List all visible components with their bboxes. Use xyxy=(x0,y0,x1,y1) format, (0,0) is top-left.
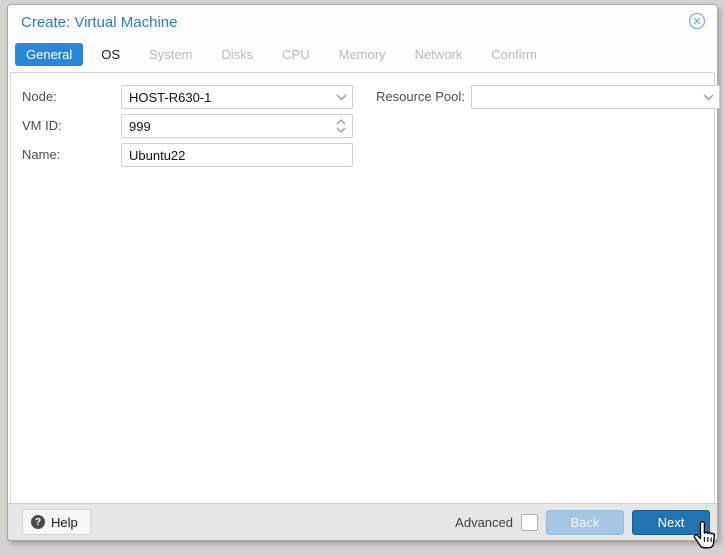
name-input[interactable]: Ubuntu22 xyxy=(121,143,353,167)
tab-system: System xyxy=(149,47,193,62)
resource-pool-label: Resource Pool: xyxy=(376,89,465,104)
tab-network: Network xyxy=(414,47,463,62)
node-combobox[interactable]: HOST-R630-1 xyxy=(121,85,353,109)
tab-general[interactable]: General xyxy=(15,43,84,66)
vmid-label: VM ID: xyxy=(22,118,62,133)
help-icon: ? xyxy=(31,515,45,529)
tab-disks: Disks xyxy=(221,47,254,62)
wizard-tabbar: General OS System Disks CPU Memory Netwo… xyxy=(15,43,548,66)
tab-os[interactable]: OS xyxy=(90,43,131,66)
help-button-label: Help xyxy=(51,514,78,530)
back-button: Back xyxy=(546,509,624,535)
tab-confirm: Confirm xyxy=(491,47,537,62)
general-form-panel: Node: HOST-R630-1 Resource Pool: VM ID: … xyxy=(10,72,720,504)
tab-memory: Memory xyxy=(338,47,386,62)
node-value: HOST-R630-1 xyxy=(129,89,212,105)
dialog-footer: ? Help Advanced Back Next xyxy=(8,503,717,540)
advanced-label: Advanced xyxy=(455,514,513,530)
close-icon[interactable] xyxy=(688,12,706,30)
dialog-title: Create: Virtual Machine xyxy=(21,14,178,31)
help-button[interactable]: ? Help xyxy=(22,509,91,535)
chevron-down-icon[interactable] xyxy=(330,86,352,108)
vmid-spinner[interactable]: 999 xyxy=(121,114,353,138)
spinner-up-down-icon[interactable] xyxy=(330,115,352,137)
advanced-checkbox[interactable] xyxy=(521,513,538,531)
name-label: Name: xyxy=(22,147,61,162)
node-label: Node: xyxy=(22,89,57,104)
create-vm-dialog: Create: Virtual Machine General OS Syste… xyxy=(7,4,720,541)
chevron-down-icon[interactable] xyxy=(697,86,719,108)
next-button[interactable]: Next xyxy=(632,509,710,535)
name-value: Ubuntu22 xyxy=(129,147,186,163)
vmid-value: 999 xyxy=(129,118,151,134)
resource-pool-combobox[interactable] xyxy=(471,85,720,109)
tab-cpu: CPU xyxy=(282,47,310,62)
